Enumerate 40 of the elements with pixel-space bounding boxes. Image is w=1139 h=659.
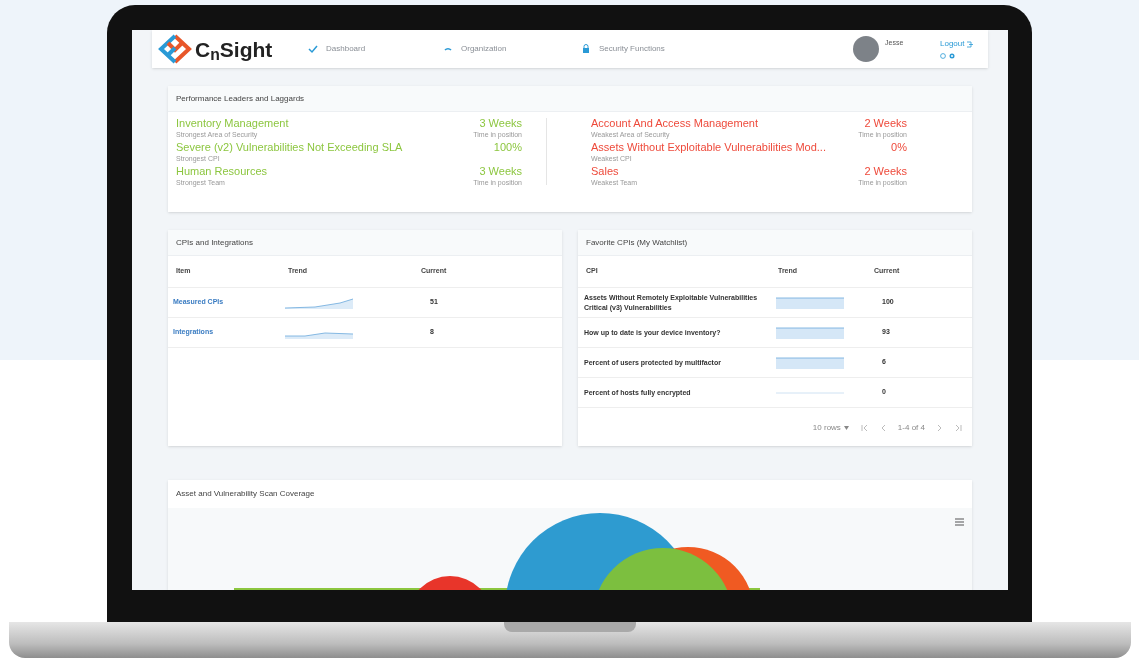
check-icon [308,44,318,54]
settings-icon [949,53,955,59]
metric-value: 0% [891,140,907,154]
logout-link[interactable]: Logout [940,38,974,50]
metric-name[interactable]: Account And Access Management [591,116,758,130]
metric-name[interactable]: Assets Without Exploitable Vulnerabilities Mod... [591,140,826,154]
logo-icon [158,34,192,64]
metric-value: 100% [493,140,522,154]
metric-value: 3 Weeks [479,116,522,130]
help-icon [940,53,946,59]
metric-value: 2 Weeks [864,164,907,178]
metric-name[interactable]: Sales [591,164,638,178]
rows-per-page-dropdown[interactable]: 10 rows [812,422,849,434]
sparkline-drawing [285,296,353,309]
metric-value: 2 Weeks [864,116,907,130]
lock-icon [581,44,591,54]
nav-link[interactable]: Dashboard [308,43,443,55]
metric-name[interactable]: Severe (v2) Vulnerabilities Not Exceeding SLA [176,140,403,154]
next-page-icon [937,425,942,431]
last-page-icon [954,425,962,431]
sparkline-drawing [776,356,844,369]
page-range: 1-4 of 4 [897,422,925,434]
caret-icon [843,426,849,430]
metric-value: 3 Weeks [479,164,522,178]
card-title: CPIs and Integrations [176,236,253,249]
logout-icon [966,40,974,48]
menu-icon [955,518,964,526]
logo-wordmark: C$_{n}$Sight [195,38,273,60]
first-page-icon [860,425,869,431]
metric-name[interactable]: Inventory Management [176,116,289,130]
nav-link[interactable]: Security Functions [581,43,841,55]
card-title: Favorite CPIs (My Watchlist) [586,236,688,249]
metric-name[interactable]: Human Resources [176,164,268,178]
nav-link[interactable]: Organization [443,43,581,55]
sparkline-drawing [776,296,844,309]
previous-page-icon [880,425,886,431]
sparkline-drawing [776,326,844,339]
avatar [853,36,879,62]
card-title: Performance Leaders and Laggards [176,92,305,105]
card-title: Asset and Vulnerability Scan Coverage [176,488,315,500]
